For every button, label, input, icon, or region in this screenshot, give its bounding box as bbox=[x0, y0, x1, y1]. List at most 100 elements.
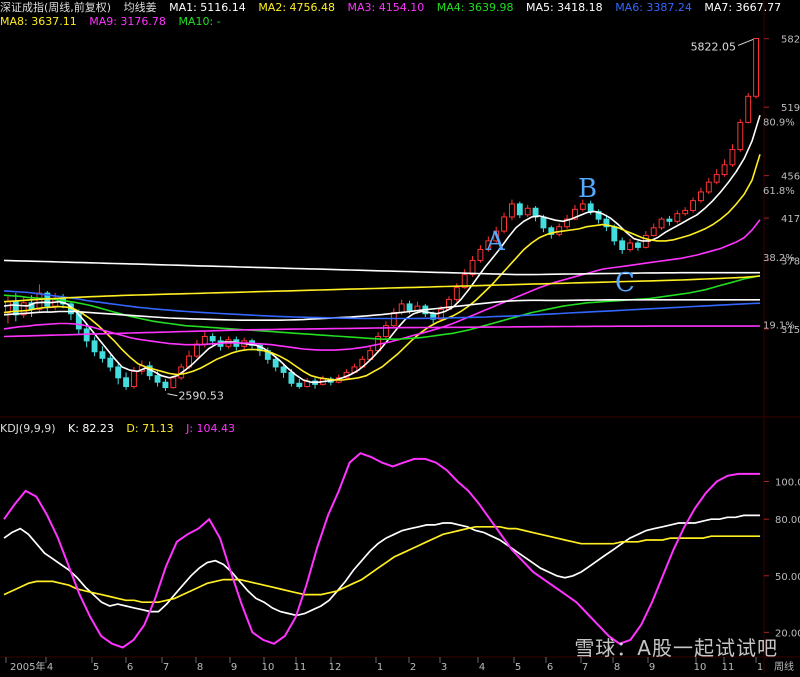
kdj-d-value: D: 71.13 bbox=[126, 422, 174, 435]
time-tick-label: 10 bbox=[694, 662, 707, 673]
fib-level-label: 80.9% bbox=[763, 117, 795, 128]
candle-body bbox=[579, 203, 586, 210]
candle-body bbox=[107, 357, 114, 368]
candle-body bbox=[288, 371, 295, 384]
time-tick-label: 3 bbox=[441, 662, 447, 673]
candle-body bbox=[516, 203, 523, 216]
candle-body bbox=[477, 249, 484, 261]
kdj-tick-label: 100.00 bbox=[775, 477, 800, 488]
candle-body bbox=[666, 218, 673, 222]
candle-body bbox=[682, 209, 689, 215]
candle-body bbox=[99, 351, 106, 359]
wave-label-a: A bbox=[485, 227, 506, 257]
ma-line-ma5 bbox=[3, 298, 760, 322]
ma-line-ma4 bbox=[3, 274, 761, 341]
candle-body bbox=[12, 301, 19, 316]
ma10-label: MA10: - bbox=[178, 15, 221, 28]
low-marker-line bbox=[167, 393, 178, 397]
candle-body bbox=[469, 259, 476, 276]
candle-body bbox=[674, 213, 681, 222]
time-tick-label: 1 bbox=[757, 662, 763, 673]
ma-line-ma8 bbox=[3, 275, 761, 303]
candle-body bbox=[737, 121, 744, 151]
candle-body bbox=[91, 340, 98, 353]
kdj-line-j bbox=[3, 452, 760, 649]
candle-body bbox=[556, 226, 563, 235]
time-tick-label: 6 bbox=[127, 662, 133, 673]
ma9-label: MA9: 3176.78 bbox=[89, 15, 166, 28]
time-tick-label: 6 bbox=[547, 662, 553, 673]
candle-body bbox=[280, 366, 287, 373]
candle-body bbox=[508, 203, 515, 218]
price-tick-label: 519 bbox=[781, 103, 800, 114]
candle-body bbox=[154, 375, 161, 383]
time-tick-label: 12 bbox=[329, 662, 342, 673]
high-price-label: 5822.05 bbox=[691, 40, 737, 53]
candle-body bbox=[398, 303, 405, 314]
time-tick-label: 4 bbox=[479, 662, 485, 673]
candle-body bbox=[209, 336, 216, 342]
ma-line-ma1 bbox=[3, 114, 761, 384]
wave-label-b: B bbox=[578, 174, 597, 204]
time-tick-label: 7 bbox=[163, 662, 169, 673]
candle-body bbox=[658, 218, 665, 229]
kdj-j-value: J: 104.43 bbox=[186, 422, 236, 435]
time-tick-label: 7 bbox=[582, 662, 588, 673]
watermark: 雪球：A股一起试试吧 bbox=[574, 636, 778, 660]
price-tick-label: 582 bbox=[781, 35, 800, 46]
ma5-label: MA5: 3418.18 bbox=[525, 1, 603, 14]
price-tick-label: 417 bbox=[781, 214, 800, 225]
time-tick-label: 1 bbox=[377, 662, 383, 673]
kdj-tick-label: 20.00 bbox=[775, 628, 800, 639]
time-tick-label: 10 bbox=[262, 662, 275, 673]
candle-body bbox=[540, 216, 547, 229]
candle-body bbox=[713, 174, 720, 183]
candle-body bbox=[296, 382, 303, 388]
candle-body bbox=[753, 37, 760, 97]
candle-body bbox=[697, 191, 704, 202]
ma-title[interactable]: 均线姜 bbox=[124, 1, 157, 14]
candle-body bbox=[115, 366, 122, 379]
candle-body bbox=[36, 292, 43, 310]
high-marker-line bbox=[737, 39, 754, 46]
candle-body bbox=[634, 242, 641, 248]
candle-body bbox=[201, 336, 208, 345]
time-tick-label: 9 bbox=[231, 662, 237, 673]
time-tick-label: 4 bbox=[47, 662, 53, 673]
ma4-label: MA4: 3639.98 bbox=[436, 1, 514, 14]
candle-body bbox=[611, 226, 618, 242]
candle-body bbox=[170, 377, 177, 389]
ma3-label: MA3: 4154.10 bbox=[347, 1, 425, 14]
ma1-label: MA1: 5116.14 bbox=[169, 1, 246, 14]
candle-body bbox=[650, 227, 657, 236]
time-tick-label: 2005年 bbox=[10, 660, 45, 673]
stock-chart: 582 519 456 417 378 315 80.9% 61.8% 38.2% 19.1% 58… bbox=[0, 0, 800, 673]
wave-label-c: C bbox=[615, 268, 635, 298]
candle-body bbox=[524, 207, 531, 216]
fib-level-label: 61.8% bbox=[763, 186, 795, 197]
low-price-label: 2590.53 bbox=[178, 390, 224, 403]
candle-body bbox=[453, 287, 460, 301]
candle-body bbox=[587, 203, 594, 213]
fib-level-label: 38.2% bbox=[763, 253, 795, 264]
fib-level-label: 19.1% bbox=[763, 321, 795, 332]
time-tick-label: 5 bbox=[93, 662, 99, 673]
candle-body bbox=[130, 370, 137, 388]
price-header-row2: MA8: 3637.11 MA9: 3176.78 MA10: - bbox=[0, 14, 230, 30]
candle-body bbox=[627, 242, 634, 251]
time-tick-label: 周线 bbox=[774, 660, 794, 673]
kdj-tick-label: 50.00 bbox=[775, 572, 800, 583]
index-name: 深证成指(周线,前复权) bbox=[0, 1, 112, 14]
time-tick-label: 2 bbox=[410, 662, 416, 673]
candle-body bbox=[690, 200, 697, 211]
ma7-label: MA7: 3667.77 bbox=[704, 1, 782, 14]
candle-body bbox=[406, 303, 413, 311]
kdj-k-value: K: 82.23 bbox=[68, 422, 114, 435]
candle-body bbox=[729, 149, 736, 166]
candle-body bbox=[721, 164, 728, 176]
candle-body bbox=[4, 301, 11, 314]
kdj-name: KDJ(9,9,9) bbox=[0, 422, 56, 435]
candle-body bbox=[193, 343, 200, 357]
ma2-label: MA2: 4756.48 bbox=[258, 1, 336, 14]
candle-body bbox=[123, 377, 130, 388]
